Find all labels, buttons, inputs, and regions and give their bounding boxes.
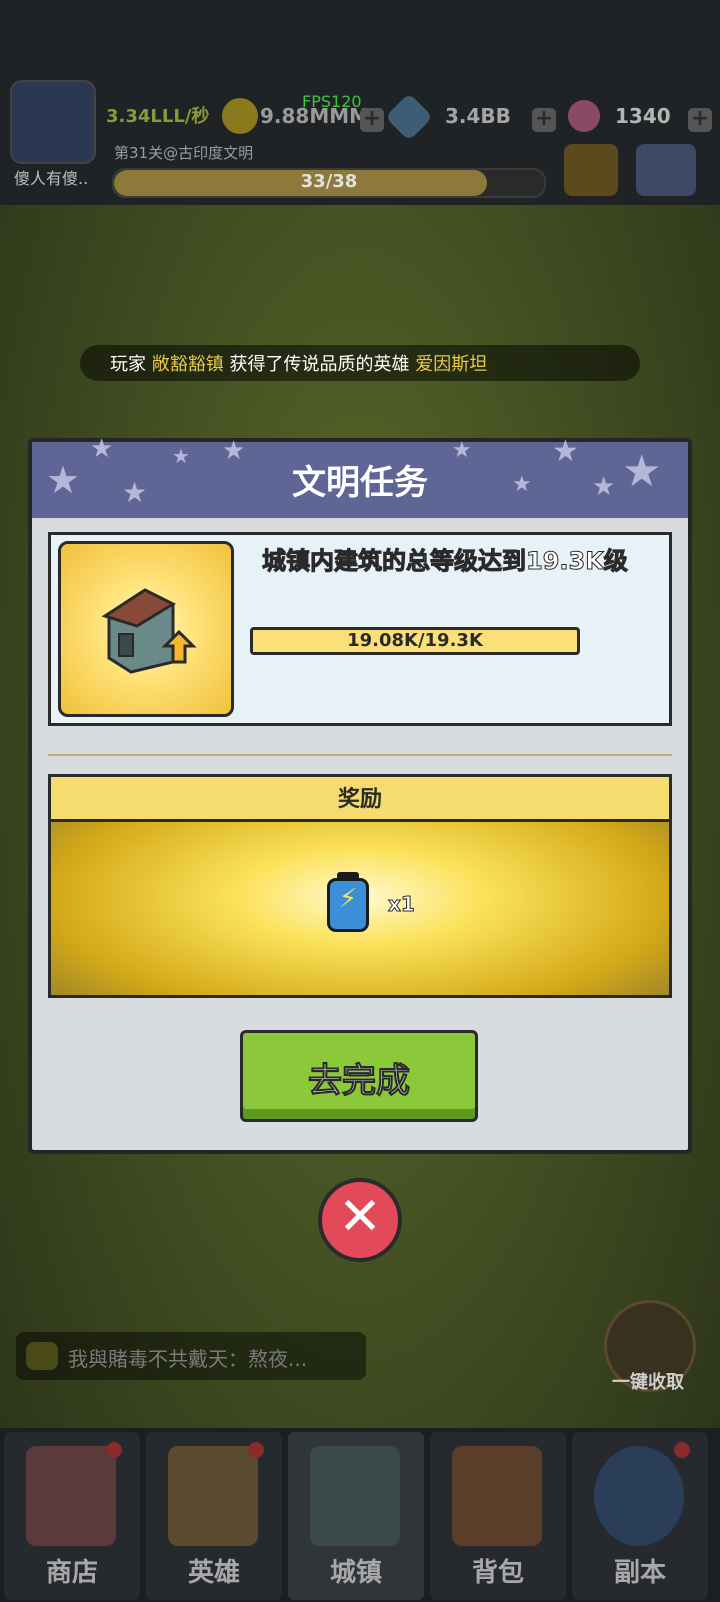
reward-title: 奖励: [337, 787, 382, 812]
close-icon: ✕: [338, 1187, 382, 1247]
task-progress-text: 19.08K/19.3K: [347, 630, 483, 651]
lightning-icon: ⚡: [338, 884, 358, 914]
dialog-title: 文明任务: [292, 463, 428, 503]
building-upgrade-icon: [58, 541, 234, 717]
task-progress-bar: 19.08K/19.3K: [250, 627, 580, 655]
divider: [48, 754, 672, 756]
reward-quantity: x1: [388, 892, 416, 917]
task-description: 城镇内建筑的总等级达到19.3K级: [262, 547, 629, 576]
go-complete-label: 去完成: [308, 1061, 411, 1102]
